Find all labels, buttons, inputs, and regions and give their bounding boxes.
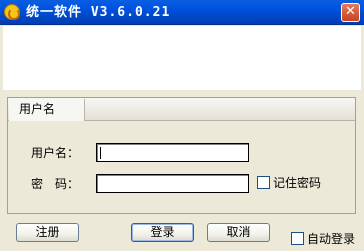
password-input[interactable]: [96, 174, 249, 193]
login-window: 统一软件 V3.6.0.21 ✕ 用户名 用户名： 密 码： 记住密码 注册 登…: [0, 0, 364, 251]
remember-password-checkbox[interactable]: [257, 176, 270, 189]
password-label: 密 码：: [31, 177, 80, 191]
panel-header: 用户名: [8, 98, 355, 121]
auto-login-label[interactable]: 自动登录: [307, 231, 355, 247]
cancel-button[interactable]: 取消: [207, 223, 270, 242]
username-label: 用户名：: [31, 146, 80, 160]
text-caret: [100, 147, 101, 159]
remember-password-label[interactable]: 记住密码: [273, 175, 321, 191]
username-input[interactable]: [96, 143, 249, 162]
tab-username[interactable]: 用户名: [9, 99, 85, 121]
login-button[interactable]: 登录: [131, 223, 194, 242]
window-title: 统一软件 V3.6.0.21: [26, 5, 171, 20]
banner-area: [3, 26, 361, 90]
title-bar[interactable]: 统一软件 V3.6.0.21 ✕: [0, 0, 364, 25]
app-logo-icon: [4, 4, 20, 20]
close-button[interactable]: ✕: [341, 3, 360, 22]
auto-login-checkbox[interactable]: [291, 232, 304, 245]
register-button[interactable]: 注册: [16, 223, 79, 242]
